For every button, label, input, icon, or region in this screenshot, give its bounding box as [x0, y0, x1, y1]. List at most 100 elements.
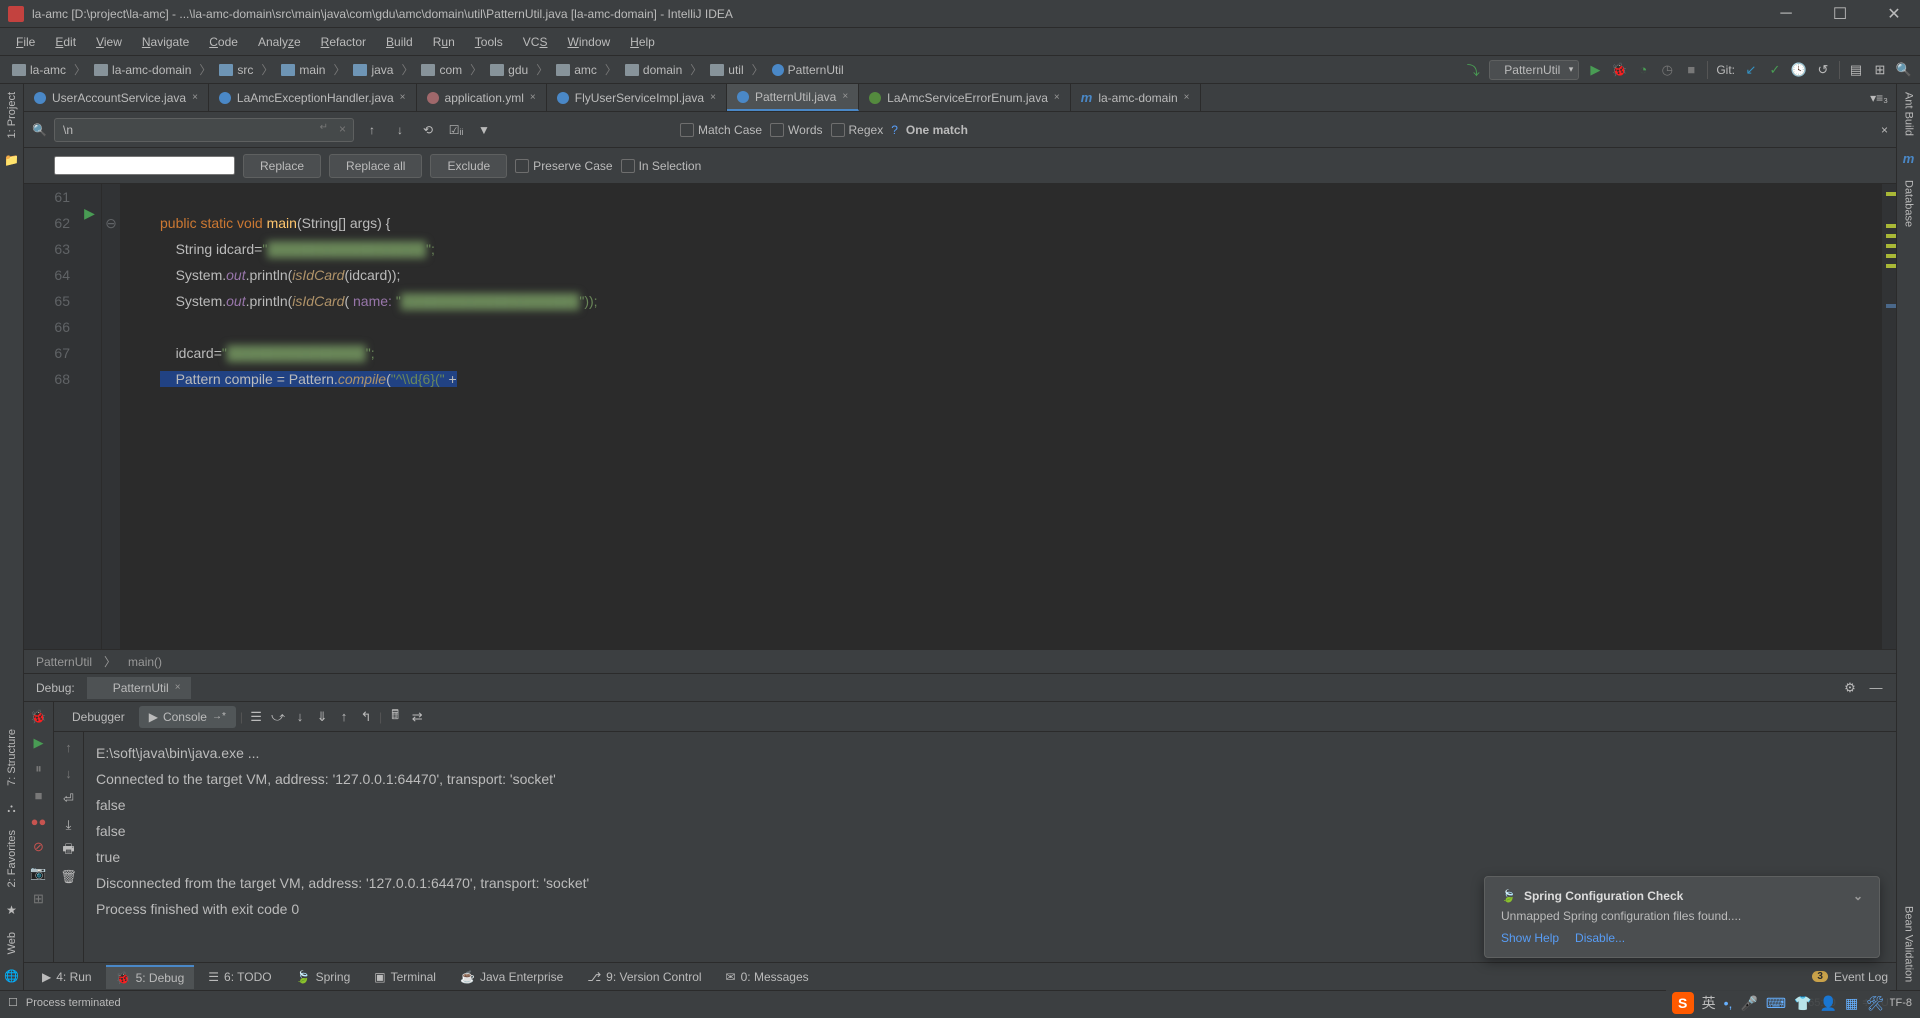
code-editor[interactable]: 6162636465666768 ▶ ⊖ public static void …	[24, 184, 1896, 649]
search-icon[interactable]: 🔍	[32, 123, 46, 137]
debug-session-tab[interactable]: PatternUtil×	[87, 677, 191, 699]
next-match-icon[interactable]: ↓	[390, 120, 410, 140]
crumb-gdu[interactable]: gdu〉	[486, 61, 552, 78]
ime-punct-icon[interactable]: •,	[1724, 995, 1733, 1011]
run-config-selector[interactable]: PatternUtil	[1489, 60, 1579, 80]
regex-help-icon[interactable]: ?	[891, 123, 898, 137]
menu-code[interactable]: Code	[201, 32, 246, 52]
close-icon[interactable]: ×	[1054, 92, 1060, 103]
clear-icon[interactable]: 🗑	[60, 868, 78, 886]
resume-icon[interactable]: ▶	[30, 734, 48, 752]
notif-show-help[interactable]: Show Help	[1501, 931, 1559, 945]
ime-account-icon[interactable]: 👤	[1820, 995, 1837, 1012]
gear-icon[interactable]: ⚙	[1842, 680, 1858, 696]
close-icon[interactable]: ×	[400, 92, 406, 103]
ime-logo-icon[interactable]: S	[1672, 992, 1694, 1014]
maximize-button[interactable]: ☐	[1822, 3, 1858, 25]
view-breakpoints-icon[interactable]: ●●	[30, 812, 48, 830]
tab-useraccountservice[interactable]: UserAccountService.java×	[24, 84, 209, 111]
fold-icon[interactable]: ⊖	[102, 210, 120, 236]
tool-bean-validation[interactable]: Bean Validation	[1901, 898, 1917, 990]
menu-analyze[interactable]: Analyze	[250, 32, 309, 52]
close-icon[interactable]: ×	[1184, 92, 1190, 103]
btab-messages[interactable]: ✉0: Messages	[716, 966, 819, 988]
add-selection-icon[interactable]: ☑ᵢᵢ	[446, 120, 466, 140]
preserve-case-checkbox[interactable]: Preserve Case	[515, 159, 612, 173]
search-everywhere-icon[interactable]: 🔍	[1896, 62, 1912, 78]
btab-run[interactable]: ▶4: Run	[32, 966, 102, 988]
layout-icon[interactable]: ⊞	[30, 890, 48, 908]
profile-button[interactable]: ◷	[1659, 62, 1675, 78]
menu-edit[interactable]: Edit	[47, 32, 84, 52]
tool-favorites[interactable]: 2: Favorites	[4, 822, 20, 895]
menu-vcs[interactable]: VCS	[515, 32, 556, 52]
stop-icon[interactable]: ■	[30, 786, 48, 804]
crumb-com[interactable]: com〉	[417, 61, 486, 78]
crumb-la-amc-domain[interactable]: la-amc-domain〉	[90, 61, 215, 78]
ime-skin-icon[interactable]: 👕	[1794, 995, 1811, 1012]
tool-windows-icon[interactable]: ☐	[8, 996, 18, 1009]
evaluate-icon[interactable]: 🖩	[386, 708, 404, 726]
code-area[interactable]: public static void main(String[] args) {…	[120, 184, 1882, 649]
crumb-util[interactable]: util〉	[706, 61, 767, 78]
tool-ant[interactable]: Ant Build	[1901, 84, 1917, 144]
tab-flyuserserviceimpl[interactable]: FlyUserServiceImpl.java×	[547, 84, 727, 111]
menu-refactor[interactable]: Refactor	[313, 32, 374, 52]
tab-la-amc-domain[interactable]: mla-amc-domain×	[1071, 84, 1201, 111]
pause-icon[interactable]: ⏸	[30, 760, 48, 778]
up-icon[interactable]: ↑	[60, 738, 78, 756]
tab-exceptionhandler[interactable]: LaAmcExceptionHandler.java×	[209, 84, 417, 111]
crumb-la-amc[interactable]: la-amc〉	[8, 61, 90, 78]
menu-window[interactable]: Window	[559, 32, 618, 52]
error-stripe[interactable]	[1882, 184, 1896, 649]
exclude-button[interactable]: Exclude	[430, 154, 507, 178]
tab-list-icon[interactable]: ▾≡₃	[1862, 84, 1896, 111]
stop-button[interactable]: ■	[1683, 62, 1699, 78]
git-history-icon[interactable]: 🕓	[1791, 62, 1807, 78]
minimize-icon[interactable]: —	[1868, 680, 1884, 696]
crumb-domain[interactable]: domain〉	[621, 61, 706, 78]
find-input[interactable]	[54, 118, 354, 142]
regex-checkbox[interactable]: Regex	[831, 123, 884, 137]
menu-tools[interactable]: Tools	[467, 32, 511, 52]
git-update-icon[interactable]: ↙	[1743, 62, 1759, 78]
in-selection-checkbox[interactable]: In Selection	[621, 159, 702, 173]
debug-button[interactable]: 🐞	[1611, 62, 1627, 78]
ruler-icon[interactable]: ⊞	[1872, 62, 1888, 78]
threads-icon[interactable]: ☰	[247, 708, 265, 726]
ime-lang[interactable]: 英	[1702, 993, 1716, 1013]
replace-all-button[interactable]: Replace all	[329, 154, 422, 178]
soft-wrap-icon[interactable]: ⏎	[60, 790, 78, 808]
menu-help[interactable]: Help	[622, 32, 663, 52]
console-tab[interactable]: ▶Console→*	[139, 706, 236, 728]
ime-keyboard-icon[interactable]: ⌨	[1766, 995, 1786, 1012]
structure-icon[interactable]: ⛬	[4, 800, 20, 816]
match-case-checkbox[interactable]: Match Case	[680, 123, 762, 137]
web-icon[interactable]: 🌐	[4, 968, 20, 984]
close-icon[interactable]: ×	[192, 92, 198, 103]
folder-icon[interactable]: 📁	[4, 152, 20, 168]
btab-todo[interactable]: ☰6: TODO	[198, 966, 281, 988]
event-log-button[interactable]: Event Log	[1834, 970, 1888, 984]
print-icon[interactable]: 🖶	[60, 842, 78, 860]
crumb-main[interactable]: main〉	[277, 61, 349, 78]
prev-match-icon[interactable]: ↑	[362, 120, 382, 140]
newline-icon[interactable]: ↵	[320, 122, 328, 133]
tool-web[interactable]: Web	[4, 924, 20, 962]
close-icon[interactable]: ×	[175, 682, 181, 693]
btab-version-control[interactable]: ⎇9: Version Control	[577, 966, 711, 988]
step-over-icon[interactable]: ⤻	[269, 708, 287, 726]
step-into-icon[interactable]: ↓	[291, 708, 309, 726]
bc-method[interactable]: main()	[128, 655, 162, 669]
scroll-to-end-icon[interactable]: ⤓	[60, 816, 78, 834]
drop-frame-icon[interactable]: ↰	[357, 708, 375, 726]
git-commit-icon[interactable]: ✓	[1767, 62, 1783, 78]
minimize-button[interactable]: ─	[1768, 3, 1804, 25]
clear-icon[interactable]: ×	[339, 122, 346, 136]
tool-database[interactable]: Database	[1901, 172, 1917, 235]
down-icon[interactable]: ↓	[60, 764, 78, 782]
close-icon[interactable]: ×	[842, 91, 848, 102]
tool-project[interactable]: 1: Project	[4, 84, 20, 146]
run-button[interactable]: ▶	[1587, 62, 1603, 78]
maven-icon[interactable]: m	[1901, 150, 1917, 166]
